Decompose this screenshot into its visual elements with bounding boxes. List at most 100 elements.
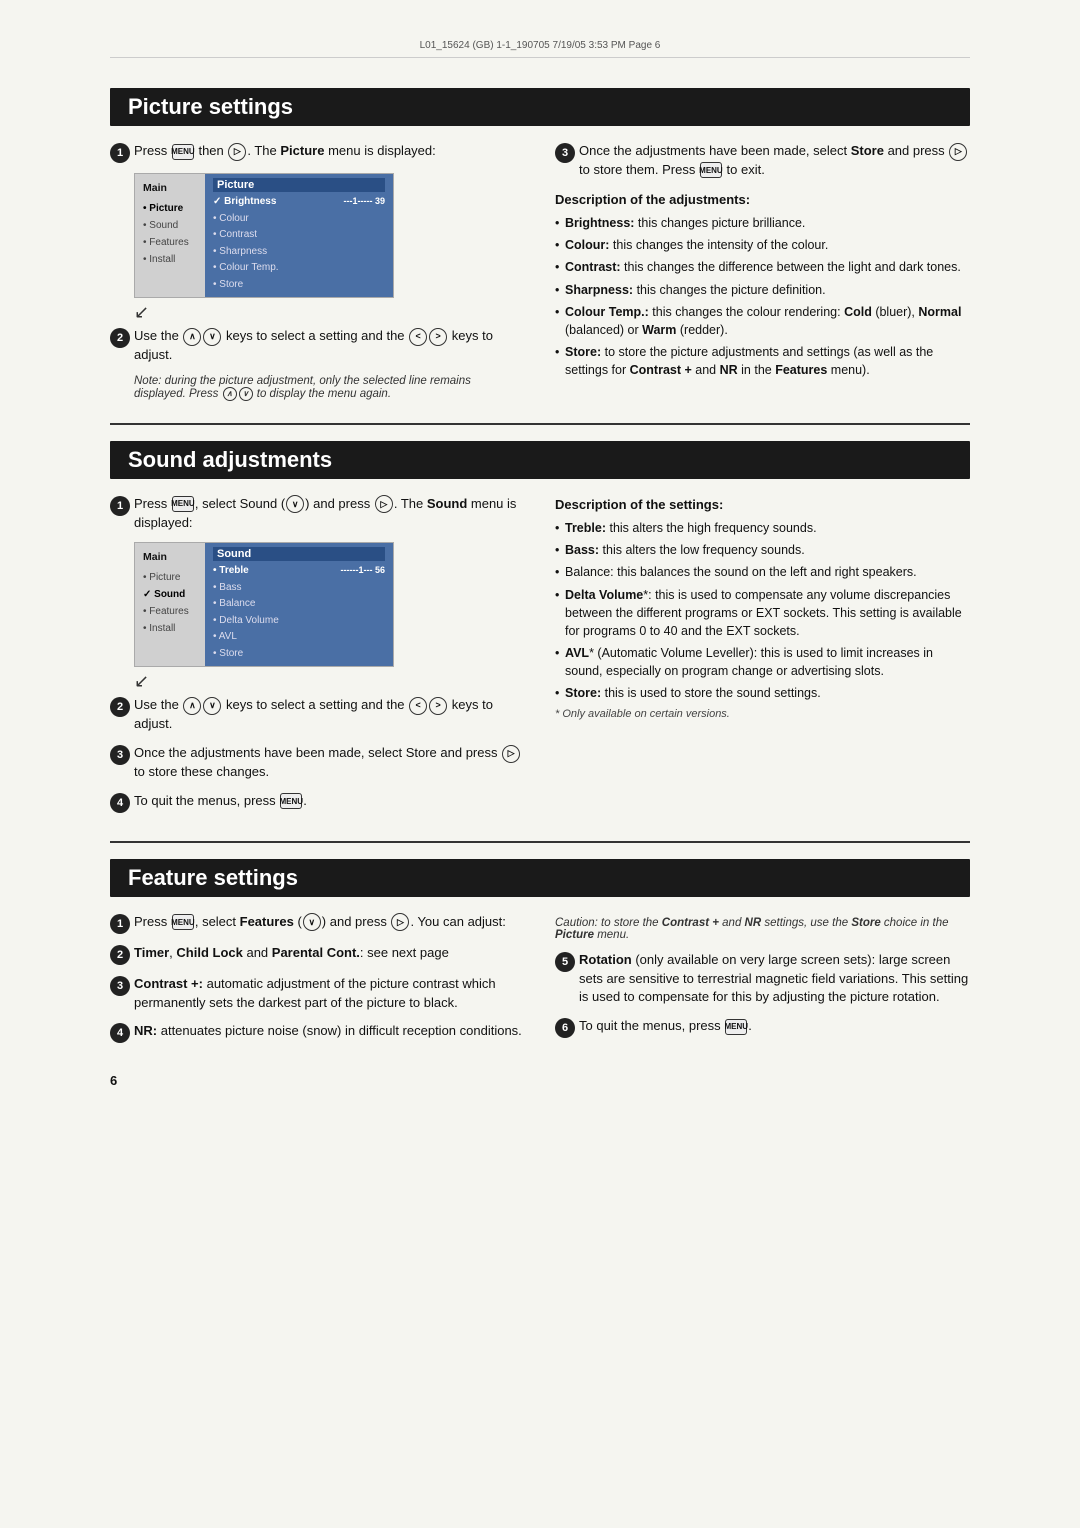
sound-step-num-4: 4 (110, 793, 130, 813)
picture-desc-list: Brightness: this changes picture brillia… (555, 214, 970, 379)
sound-menu-avl: • AVL (213, 629, 385, 646)
sound-description: Description of the settings: Treble: thi… (555, 495, 970, 723)
picture-step-2: 2 Use the ∧∨ keys to select a setting an… (110, 327, 525, 365)
sound-desc-title: Description of the settings: (555, 495, 970, 515)
sound-step-2: 2 Use the ∧∨ keys to select a setting an… (110, 696, 525, 734)
menu-picture-header: Picture (213, 178, 385, 192)
sound-menu-balance: • Balance (213, 596, 385, 613)
picture-note: Note: during the picture adjustment, onl… (134, 375, 525, 401)
sound-desc-deltavolume: Delta Volume*: this is used to compensat… (555, 586, 970, 640)
sound-step-num-2: 2 (110, 697, 130, 717)
feature-step-text-5: Rotation (only available on very large s… (579, 951, 970, 1008)
menu-main-header: Main (143, 180, 197, 198)
feature-step-6: 6 To quit the menus, press MENU. (555, 1017, 970, 1038)
step-num-2: 2 (110, 328, 130, 348)
sound-menu-install: • Install (143, 620, 197, 637)
menu-colourtemp-item: • Colour Temp. (213, 260, 385, 277)
right-sound: > (429, 697, 447, 715)
picture-step-3: 3 Once the adjustments have been made, s… (555, 142, 970, 180)
picture-steps-left: 1 Press MENU then ▷. The Picture menu is… (110, 142, 525, 405)
picture-desc-sharpness: Sharpness: this changes the picture defi… (555, 281, 970, 299)
step-text-1: Press MENU then ▷. The Picture menu is d… (134, 142, 525, 161)
sound-menu-arrow: ↙ (134, 671, 525, 692)
menu-colour-item: • Colour (213, 211, 385, 228)
menu-btn-feat: MENU (172, 914, 194, 930)
menu-sharpness-item: • Sharpness (213, 244, 385, 261)
sound-adjustments-content: 1 Press MENU, select Sound (∨) and press… (110, 495, 970, 823)
menu-sound-item: • Sound (143, 217, 197, 234)
feature-step-text-1: Press MENU, select Features (∨) and pres… (134, 913, 525, 932)
sound-menu-right: Sound • Treble ------1--- 56 • Bass • Ba… (205, 543, 393, 666)
menu-features-item: • Features (143, 234, 197, 251)
feature-steps-right: Caution: to store the Contrast + and NR … (555, 913, 970, 1054)
menu-contrast-item: • Contrast (213, 227, 385, 244)
menu-button-icon: MENU (172, 144, 194, 160)
sound-menu-sound: ✓ Sound (143, 586, 197, 603)
left-sound: < (409, 697, 427, 715)
feature-step-num-3: 3 (110, 976, 130, 996)
down-arrow-icon: ∨ (203, 328, 221, 346)
sound-step-4: 4 To quit the menus, press MENU. (110, 792, 525, 813)
right-arrow-icon: ▷ (228, 143, 246, 161)
picture-steps-right: 3 Once the adjustments have been made, s… (555, 142, 970, 405)
sound-menu-header: Sound (213, 547, 385, 561)
down-btn-sound: ∨ (286, 495, 304, 513)
section-divider-1 (110, 423, 970, 425)
feature-step-1: 1 Press MENU, select Features (∨) and pr… (110, 913, 525, 934)
up-arrow-icon: ∧ (183, 328, 201, 346)
ok-icon: ▷ (949, 143, 967, 161)
sound-step-1: 1 Press MENU, select Sound (∨) and press… (110, 495, 525, 533)
down-icon-note: ∨ (239, 387, 253, 401)
picture-desc-brightness: Brightness: this changes picture brillia… (555, 214, 970, 232)
step-text-2: Use the ∧∨ keys to select a setting and … (134, 327, 525, 365)
sound-desc-balance: Balance: this balances the sound on the … (555, 563, 970, 581)
section-divider-2 (110, 841, 970, 843)
brightness-slider: ---1----- 39 (344, 194, 386, 209)
sound-menu-main-header: Main (143, 549, 197, 567)
step-text-3: Once the adjustments have been made, sel… (579, 142, 970, 180)
step-num-1: 1 (110, 143, 130, 163)
picture-settings-section: Picture settings 1 Press MENU then ▷. Th… (110, 88, 970, 405)
sound-footnote: * Only available on certain versions. (555, 706, 970, 723)
sound-steps-left: 1 Press MENU, select Sound (∨) and press… (110, 495, 525, 823)
sound-adjustments-section: Sound adjustments 1 Press MENU, select S… (110, 441, 970, 823)
sound-desc-list: Treble: this alters the high frequency s… (555, 519, 970, 702)
sound-desc-store: Store: this is used to store the sound s… (555, 684, 970, 702)
feature-step-2: 2 Timer, Child Lock and Parental Cont.: … (110, 944, 525, 965)
sound-step-text-3: Once the adjustments have been made, sel… (134, 744, 525, 782)
picture-description: Description of the adjustments: Brightne… (555, 190, 970, 380)
picture-desc-title: Description of the adjustments: (555, 190, 970, 210)
picture-settings-title: Picture settings (110, 88, 970, 126)
sound-menu-treble: • Treble ------1--- 56 (213, 563, 385, 580)
feature-step-text-3: Contrast +: automatic adjustment of the … (134, 975, 525, 1013)
sound-step-text-2: Use the ∧∨ keys to select a setting and … (134, 696, 525, 734)
menu-right-panel: Picture ✓ Brightness ---1----- 39 • Colo… (205, 174, 393, 297)
menu-brightness-item: ✓ Brightness ---1----- 39 (213, 194, 385, 211)
menu-quit-feat: MENU (725, 1019, 747, 1035)
feature-step-num-1: 1 (110, 914, 130, 934)
sound-menu-features: • Features (143, 603, 197, 620)
page: L01_15624 (GB) 1-1_190705 7/19/05 3:53 P… (90, 0, 990, 1128)
picture-desc-colourtemp: Colour Temp.: this changes the colour re… (555, 303, 970, 339)
feature-step-text-6: To quit the menus, press MENU. (579, 1017, 970, 1036)
picture-desc-colour: Colour: this changes the intensity of th… (555, 236, 970, 254)
treble-slider: ------1--- 56 (341, 563, 386, 578)
feature-step-num-6: 6 (555, 1018, 575, 1038)
feature-step-text-4: NR: attenuates picture noise (snow) in d… (134, 1022, 525, 1041)
right-btn-sound: ▷ (375, 495, 393, 513)
menu-store-item: • Store (213, 277, 385, 294)
sound-desc-bass: Bass: this alters the low frequency soun… (555, 541, 970, 559)
down-btn-feat: ∨ (303, 913, 321, 931)
sound-steps-right: Description of the settings: Treble: thi… (555, 495, 970, 823)
feature-step-text-2: Timer, Child Lock and Parental Cont.: se… (134, 944, 525, 963)
picture-menu-screenshot: Main • Picture • Sound • Features • Inst… (134, 173, 394, 298)
sound-menu-store: • Store (213, 646, 385, 663)
header-line: L01_15624 (GB) 1-1_190705 7/19/05 3:53 P… (110, 40, 970, 58)
menu-picture-item: • Picture (143, 200, 197, 217)
sound-step-num-3: 3 (110, 745, 130, 765)
menu-icon2: MENU (700, 162, 722, 178)
menu-quit-sound: MENU (280, 793, 302, 809)
menu-install-item: • Install (143, 251, 197, 268)
up-icon-note: ∧ (223, 387, 237, 401)
sound-menu-screenshot: Main • Picture ✓ Sound • Features • Inst… (134, 542, 394, 667)
